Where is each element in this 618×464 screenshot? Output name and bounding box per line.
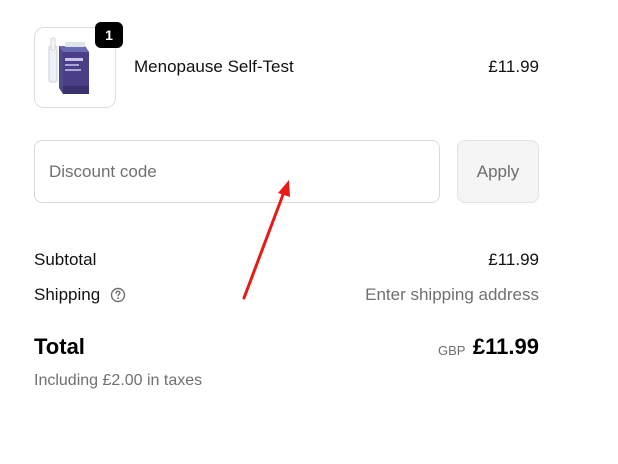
quantity-badge: 1 [95, 22, 123, 48]
shipping-address-prompt: Enter shipping address [365, 285, 539, 304]
product-name: Menopause Self-Test [134, 57, 294, 76]
discount-code-input[interactable] [34, 140, 440, 203]
subtotal-value: £11.99 [488, 250, 539, 269]
question-circle-icon[interactable] [110, 287, 126, 308]
checkout-order-summary: 1 Menopause Self-Test £11.99 Apply Subto… [0, 0, 618, 464]
total-value: £11.99 [472, 334, 539, 359]
product-price: £11.99 [488, 57, 539, 76]
subtotal-label: Subtotal [34, 250, 97, 269]
apply-discount-button[interactable]: Apply [457, 140, 539, 203]
total-label: Total [34, 334, 85, 359]
tax-note: Including £2.00 in taxes [34, 372, 203, 389]
total-currency: GBP [438, 343, 466, 358]
shipping-label: Shipping [34, 285, 101, 304]
